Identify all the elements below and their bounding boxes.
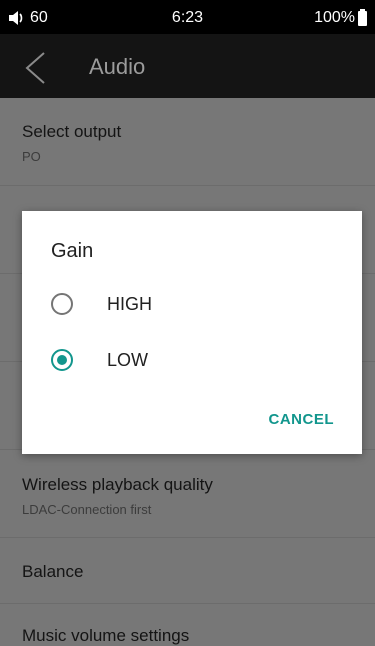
option-label: HIGH xyxy=(107,293,152,314)
radio-unchecked-icon[interactable] xyxy=(51,293,73,315)
cancel-button[interactable]: CANCEL xyxy=(269,411,335,428)
option-label: LOW xyxy=(107,349,149,370)
radio-checked-icon[interactable] xyxy=(51,349,73,371)
option-high[interactable]: HIGH xyxy=(51,284,341,324)
gain-dialog: Gain HIGH LOW CANCEL xyxy=(22,211,362,454)
dialog-title: Gain xyxy=(51,240,94,262)
option-low[interactable]: LOW xyxy=(51,340,341,380)
